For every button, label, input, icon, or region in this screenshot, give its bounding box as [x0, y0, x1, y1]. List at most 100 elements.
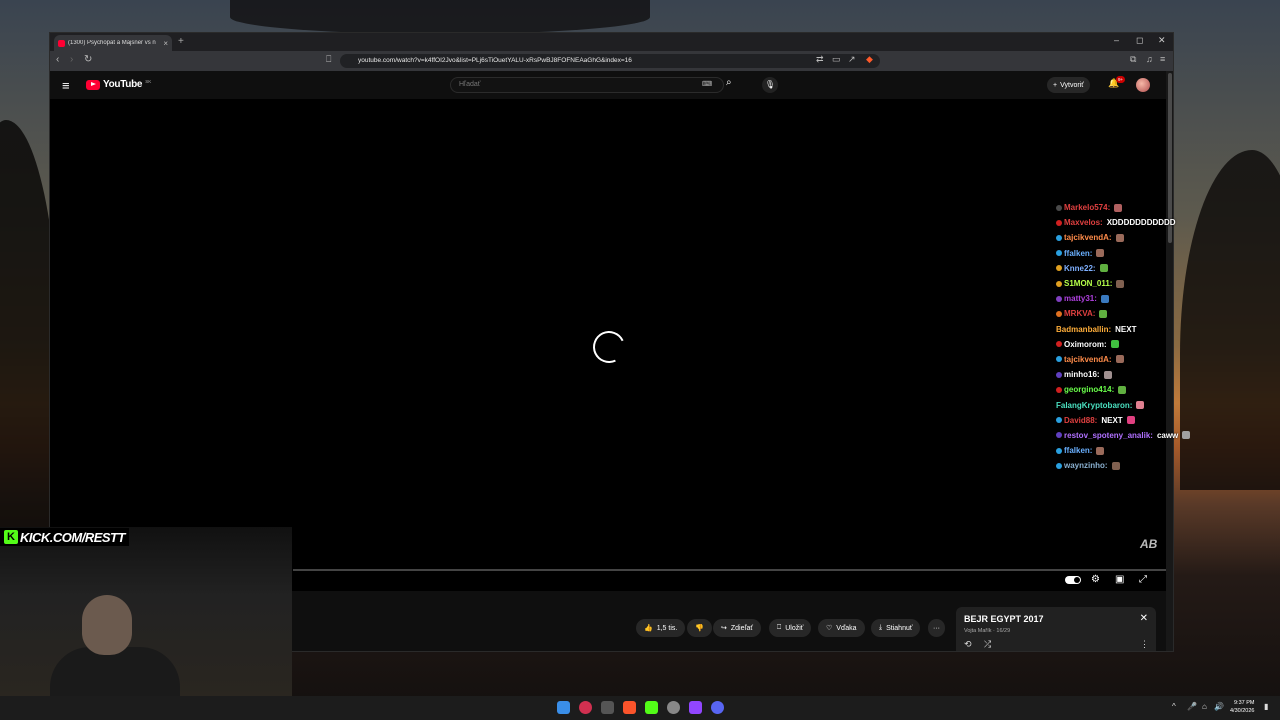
chat-message: S1MON_011:	[1056, 276, 1276, 291]
chat-username: MRKVA:	[1064, 309, 1096, 319]
network-icon[interactable]: ⌂	[1202, 702, 1207, 711]
chat-emote-icon	[1118, 385, 1127, 394]
loop-icon[interactable]: ⟲	[964, 639, 972, 650]
chat-emote-icon	[1126, 416, 1135, 425]
kick-app-icon[interactable]	[645, 701, 658, 714]
thanks-label: Vďaka	[836, 624, 857, 632]
settings-gear-icon[interactable]: ⚙	[1091, 574, 1100, 585]
bookmark-save-icon: ⎕	[777, 624, 782, 631]
reload-icon[interactable]: ↻	[84, 54, 92, 65]
playlist-title[interactable]: BEJR EGYPT 2017	[964, 614, 1044, 624]
video-player[interactable]: AB	[50, 99, 1166, 569]
chat-message: FalangKryptobaron:	[1056, 397, 1276, 412]
playlist-panel: BEJR EGYPT 2017 Vojta Mařík · 16/29 ✕ ⟲ …	[956, 607, 1156, 651]
chat-username: ffalken:	[1064, 248, 1093, 258]
windows-start-icon[interactable]	[557, 701, 570, 714]
forward-arrow-icon[interactable]: ›	[70, 54, 73, 65]
bookmark-icon[interactable]: ⎕	[326, 54, 331, 65]
chat-username: David88:	[1064, 415, 1098, 425]
country-code: SK	[145, 79, 152, 84]
chat-emote-icon	[1115, 233, 1124, 242]
tab-close-icon[interactable]: ×	[163, 39, 168, 48]
chat-username: Oximorom:	[1064, 339, 1107, 349]
share-page-icon[interactable]: ↗	[848, 54, 856, 65]
chat-message: tajcikvendA:	[1056, 352, 1276, 367]
settings-app-icon[interactable]	[667, 701, 680, 714]
tray-chevron-icon[interactable]: ^	[1172, 702, 1176, 711]
chat-badge-icon	[1056, 234, 1062, 241]
new-tab-button[interactable]: +	[178, 36, 184, 47]
download-label: Stiahnuť	[886, 624, 913, 632]
cast-icon[interactable]: ▭	[832, 54, 841, 65]
kick-channel-text: KICK.COM/RESTT	[20, 529, 125, 545]
plus-icon: +	[1053, 81, 1058, 89]
pin-app-icon[interactable]	[579, 701, 592, 714]
stream-chat-overlay: Markelo574: Maxvelos: XDDDDDDDDDDD tajcikve…	[1056, 200, 1276, 473]
discord-app-icon[interactable]	[711, 701, 724, 714]
chat-message: restov_spoteny_analik: caww	[1056, 428, 1276, 443]
keyboard-icon[interactable]: ⌨	[702, 80, 712, 88]
taskbar-clock[interactable]: 9:37 PM 4/30/2026	[1230, 699, 1254, 715]
youtube-favicon-icon	[58, 39, 65, 47]
browser-tab[interactable]: (1300) Psychopat a Majsner vs n ×	[54, 35, 172, 51]
miniplayer-icon[interactable]: ▣	[1115, 574, 1124, 585]
fullscreen-icon[interactable]: ⤢	[1139, 574, 1147, 585]
chat-emote-icon	[1114, 203, 1123, 212]
chat-message: waynzinho:	[1056, 458, 1276, 473]
address-bar-row: ‹ › ↻ ⎕ youtube.com/watch?v=k4ffOI2Jvo&l…	[50, 51, 1173, 71]
chat-text: XDDDDDDDDDDD	[1106, 218, 1176, 228]
media-icon[interactable]: ♫	[1146, 54, 1153, 64]
translate-icon[interactable]: ⇄	[816, 54, 824, 65]
like-button[interactable]: 👍 1,5 tis.	[636, 619, 686, 637]
back-arrow-icon[interactable]: ‹	[56, 54, 59, 65]
extensions-icon[interactable]: ⧉	[1130, 54, 1136, 65]
chat-username: Badmanballin:	[1056, 324, 1112, 334]
youtube-logo[interactable]: YouTube SK	[86, 79, 151, 90]
desktop-wallpaper: (1300) Psychopat a Majsner vs n × + – ◻ …	[0, 0, 1280, 720]
minimize-button[interactable]: –	[1114, 35, 1119, 45]
streamer-body	[50, 647, 180, 700]
search-icon[interactable]: ⌕	[726, 77, 732, 88]
windows-taskbar: ^ 🎤 ⌂ 🔊 9:37 PM 4/30/2026 ▮	[0, 696, 1280, 720]
chat-badge-icon	[1056, 356, 1062, 363]
thanks-button[interactable]: ♡ Vďaka	[818, 619, 865, 637]
brave-browser-icon[interactable]	[623, 701, 636, 714]
like-count: 1,5 tis.	[656, 624, 678, 632]
maximize-button[interactable]: ◻	[1136, 35, 1143, 46]
download-button[interactable]: ⤓ Stiahnuť	[871, 619, 921, 637]
autoplay-toggle[interactable]	[1065, 576, 1081, 584]
chat-emote-icon	[1136, 401, 1145, 410]
close-window-button[interactable]: ✕	[1158, 35, 1166, 46]
browser-menu-icon[interactable]: ≡	[1160, 54, 1165, 64]
twitch-app-icon[interactable]	[689, 701, 702, 714]
more-actions-button[interactable]: ···	[928, 619, 945, 637]
search-input[interactable]: Hľadať	[450, 77, 724, 93]
avatar[interactable]	[1136, 78, 1150, 92]
mic-tray-icon[interactable]: 🎤	[1187, 702, 1197, 711]
chat-emote-icon	[1096, 446, 1105, 455]
volume-icon[interactable]: 🔊	[1214, 702, 1224, 711]
save-button[interactable]: ⎕ Uložiť	[769, 619, 812, 637]
playlist-subtitle: Vojta Mařík · 16/29	[964, 628, 1011, 634]
capture-app-icon[interactable]	[601, 701, 614, 714]
create-button[interactable]: + Vytvoriť	[1047, 77, 1090, 93]
chat-username: S1MON_011:	[1064, 279, 1113, 289]
channel-watermark[interactable]: AB	[1140, 537, 1157, 551]
close-playlist-icon[interactable]: ✕	[1140, 613, 1148, 624]
chat-message: Oximorom:	[1056, 337, 1276, 352]
share-label: Zdieľať	[730, 624, 754, 632]
chat-message: MRKVA:	[1056, 306, 1276, 321]
youtube-play-icon	[86, 79, 100, 90]
chat-message: georgino414:	[1056, 382, 1276, 397]
url-field[interactable]: youtube.com/watch?v=k4ffOI2Jvo&list=PLj6…	[340, 54, 880, 68]
notification-center-icon[interactable]: ▮	[1264, 702, 1268, 711]
hamburger-menu-icon[interactable]: ≡	[62, 78, 70, 93]
share-button[interactable]: ↪ Zdieľať	[713, 619, 762, 637]
progress-bar[interactable]	[293, 569, 1166, 571]
chat-username: FalangKryptobaron:	[1056, 400, 1133, 410]
playlist-more-icon[interactable]: ⋮	[1140, 639, 1149, 650]
microphone-icon[interactable]: 🎙	[762, 77, 778, 93]
dislike-button[interactable]: 👎	[687, 619, 712, 637]
shuffle-icon[interactable]: ⤮	[984, 639, 991, 650]
brave-shield-icon[interactable]: ◆	[866, 54, 873, 65]
